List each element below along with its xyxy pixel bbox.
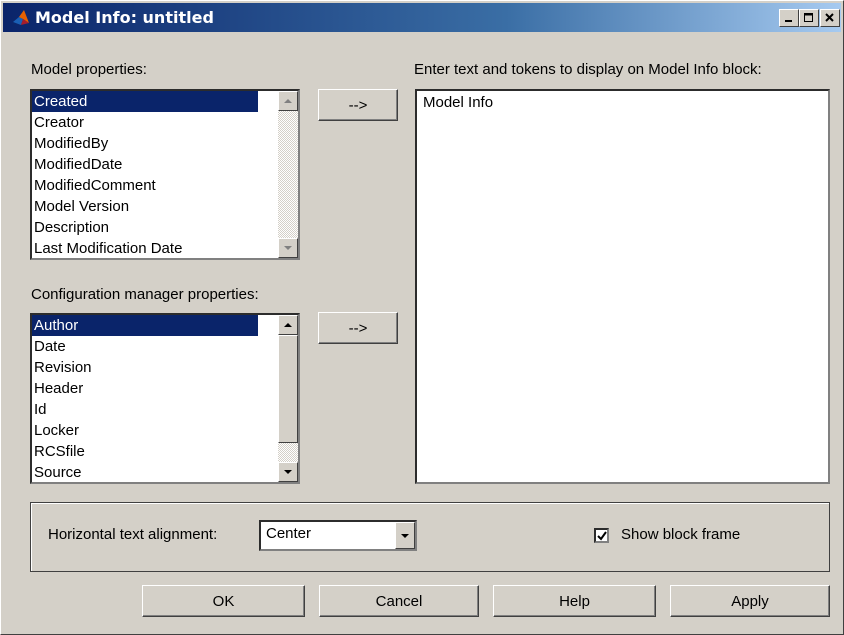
maximize-button[interactable] (799, 9, 819, 27)
list-item[interactable]: Description (32, 217, 258, 238)
scroll-up-button[interactable] (278, 315, 298, 335)
list-item[interactable]: ModifiedDate (32, 154, 258, 175)
alignment-value: Center (266, 525, 312, 542)
config-properties-scrollbar[interactable] (278, 315, 298, 482)
list-item[interactable]: RCSfile (32, 441, 258, 462)
options-group: Horizontal text alignment: Center Show b… (30, 502, 830, 572)
model-info-window: Model Info: untitled Model properties: C… (0, 0, 844, 635)
config-properties-label: Configuration manager properties: (31, 286, 259, 303)
checkmark-icon (596, 530, 607, 541)
add-config-property-button[interactable]: --> (318, 312, 398, 344)
window-title: Model Info: untitled (35, 8, 214, 27)
model-properties-label: Model properties: (31, 61, 147, 78)
arrow-up-icon (284, 323, 292, 327)
list-item[interactable]: Locker (32, 420, 258, 441)
list-item[interactable]: Source (32, 462, 258, 482)
add-config-property-label: --> (348, 319, 368, 337)
model-info-text-area[interactable]: Model Info (415, 89, 830, 484)
config-properties-items: Author Date Revision Header Id Locker RCSfile S… (32, 315, 298, 482)
add-model-property-label: --> (348, 96, 368, 114)
list-item[interactable]: Header (32, 378, 258, 399)
help-label: Help (559, 592, 590, 610)
model-properties-list[interactable]: Created Creator ModifiedBy ModifiedDate Modi… (30, 89, 300, 260)
scroll-up-button[interactable] (278, 91, 298, 111)
scroll-down-button[interactable] (278, 462, 298, 482)
text-area-content: Model Info (423, 94, 494, 111)
close-icon (825, 13, 834, 22)
scroll-down-button[interactable] (278, 238, 298, 258)
list-item[interactable]: Created (32, 91, 258, 112)
list-item[interactable]: Creator (32, 112, 258, 133)
list-item[interactable]: Model Version (32, 196, 258, 217)
chevron-down-icon (401, 533, 409, 538)
show-frame-label: Show block frame (621, 526, 741, 543)
help-button[interactable]: Help (493, 585, 656, 617)
text-area-label: Enter text and tokens to display on Mode… (414, 61, 762, 78)
list-item[interactable]: Revision (32, 357, 258, 378)
list-item[interactable]: ModifiedBy (32, 133, 258, 154)
ok-label: OK (212, 592, 235, 610)
cancel-label: Cancel (375, 592, 423, 610)
add-model-property-button[interactable]: --> (318, 89, 398, 121)
title-bar[interactable]: Model Info: untitled (3, 3, 841, 32)
scroll-thumb[interactable] (278, 335, 298, 443)
apply-button[interactable]: Apply (670, 585, 830, 617)
model-properties-items: Created Creator ModifiedBy ModifiedDate Modi… (32, 91, 298, 258)
dropdown-button[interactable] (395, 522, 415, 549)
matlab-logo-icon (13, 10, 29, 25)
list-item[interactable]: Date (32, 336, 258, 357)
close-button[interactable] (820, 9, 840, 27)
list-item[interactable]: ModifiedComment (32, 175, 258, 196)
minimize-button[interactable] (779, 9, 799, 27)
list-item[interactable]: Id (32, 399, 258, 420)
maximize-icon (804, 13, 813, 22)
alignment-label: Horizontal text alignment: (48, 526, 218, 543)
cancel-button[interactable]: Cancel (319, 585, 479, 617)
model-properties-scrollbar[interactable] (278, 91, 298, 258)
ok-button[interactable]: OK (142, 585, 305, 617)
config-properties-list[interactable]: Author Date Revision Header Id Locker RCSfile S… (30, 313, 300, 484)
arrow-down-icon (284, 246, 292, 250)
list-item[interactable]: Last Modification Date (32, 238, 258, 258)
list-item[interactable]: Author (32, 315, 258, 336)
arrow-down-icon (284, 470, 292, 474)
show-frame-checkbox[interactable] (594, 528, 609, 543)
arrow-up-icon (284, 99, 292, 103)
alignment-dropdown[interactable]: Center (259, 520, 417, 551)
minimize-icon (785, 20, 792, 22)
apply-label: Apply (731, 592, 769, 610)
